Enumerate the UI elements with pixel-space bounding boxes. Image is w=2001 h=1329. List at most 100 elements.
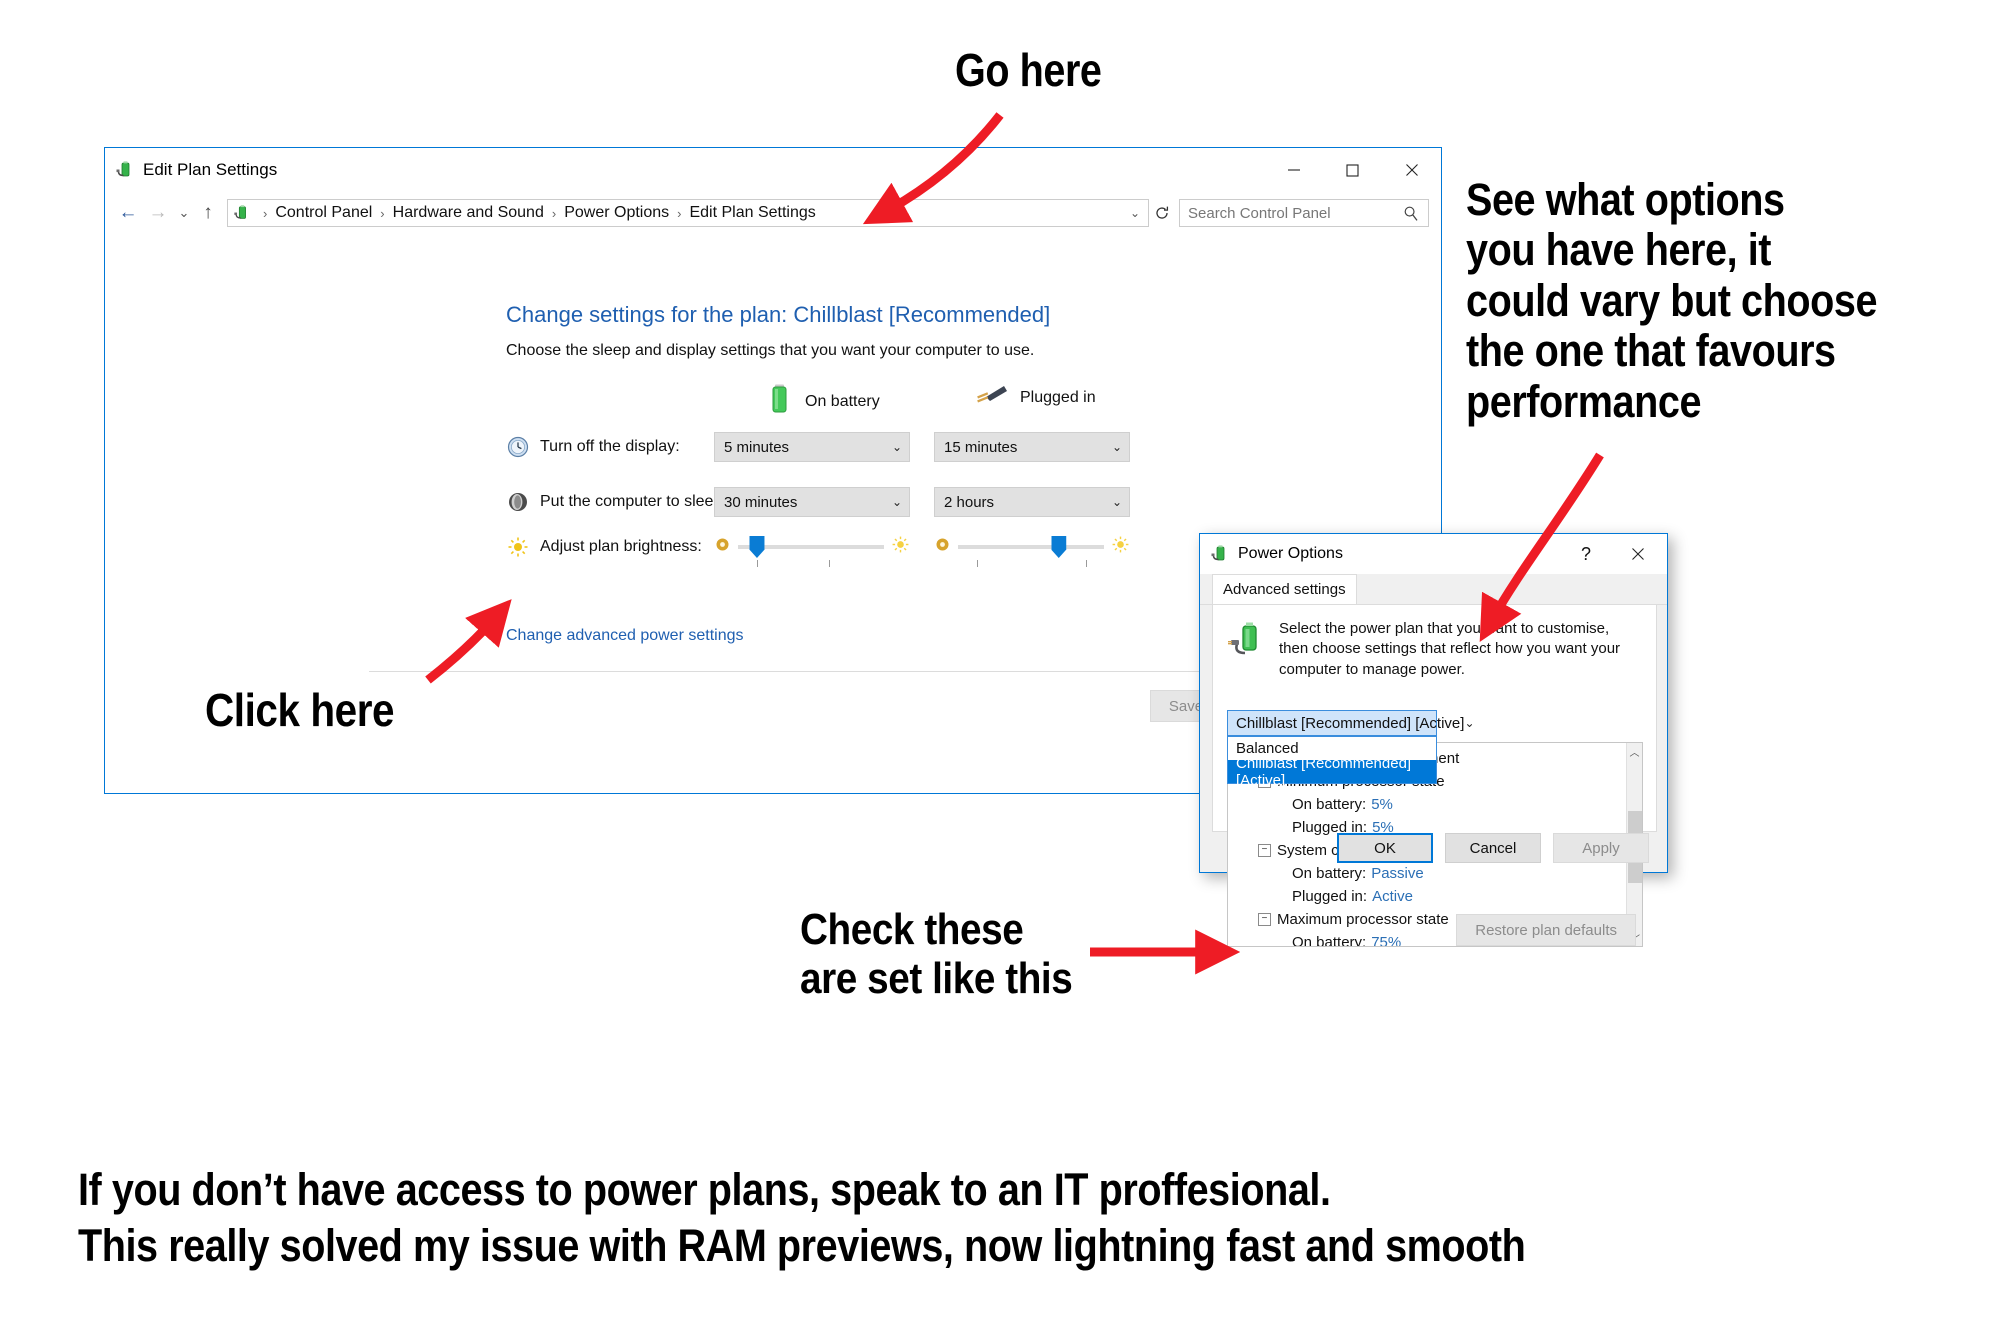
dropdown-option-chillblast[interactable]: Chillblast [Recommended] [Active]	[1228, 755, 1436, 789]
combo-sleep-battery[interactable]: 30 minutes ⌄	[714, 487, 910, 517]
refresh-icon	[1156, 206, 1169, 219]
breadcrumb-separator: ›	[677, 205, 682, 221]
back-button[interactable]: ←	[113, 198, 143, 228]
dim-sun-icon	[714, 536, 731, 558]
power-cancel-button[interactable]: Cancel	[1445, 833, 1541, 863]
chevron-down-icon: ⌄	[1464, 716, 1475, 730]
slider-track-fill	[958, 545, 1104, 549]
breadcrumb-separator: ›	[551, 205, 557, 221]
maximize-button[interactable]	[1323, 148, 1382, 192]
power-plug-icon	[974, 382, 1008, 413]
breadcrumb-item-power-options[interactable]: Power Options	[562, 204, 671, 222]
power-plan-selected-value: Chillblast [Recommended] [Active]	[1236, 714, 1465, 732]
combo-turn-off-display-battery[interactable]: 5 minutes ⌄	[714, 432, 910, 462]
tree-row[interactable]: Plugged in: Active	[1228, 885, 1626, 908]
power-plan-icon	[1227, 619, 1269, 661]
power-dialog-titlebar: Power Options ?	[1200, 534, 1667, 574]
minimize-button[interactable]	[1264, 148, 1323, 192]
breadcrumb: › Control Panel › Hardware and Sound › P…	[257, 204, 818, 222]
brightness-slider-battery[interactable]	[714, 534, 910, 567]
annotation-check-these: Check these are set like this	[800, 905, 1073, 1004]
address-bar[interactable]: › Control Panel › Hardware and Sound › P…	[227, 199, 1149, 227]
breadcrumb-separator: ›	[263, 205, 268, 221]
apply-button[interactable]: Apply	[1553, 833, 1649, 863]
chevron-down-icon: ⌄	[891, 495, 902, 509]
tree-label: Maximum processor state	[1277, 911, 1449, 928]
page-subtitle: Choose the sleep and display settings th…	[506, 342, 1035, 359]
window-title: Edit Plan Settings	[143, 160, 278, 179]
forward-button[interactable]: →	[143, 198, 173, 228]
search-placeholder: Search Control Panel	[1188, 204, 1331, 222]
close-icon	[1405, 164, 1418, 176]
tab-advanced-settings[interactable]: Advanced settings	[1212, 574, 1357, 604]
maximize-icon	[1346, 163, 1359, 177]
combo-value: 2 hours	[944, 493, 995, 511]
sleep-moon-icon	[506, 490, 530, 514]
ok-button[interactable]: OK	[1337, 833, 1433, 863]
tree-value[interactable]: 75%	[1371, 934, 1401, 946]
chevron-down-icon[interactable]: ⌄	[1130, 206, 1140, 220]
search-input[interactable]: Search Control Panel	[1179, 199, 1429, 227]
setting-row-adjust-plan-brightness: Adjust plan brightness:	[506, 534, 1154, 567]
slider-track-plugged[interactable]	[958, 534, 1104, 567]
annotation-footer-note: If you don’t have access to power plans,…	[78, 1164, 1526, 1272]
slider-tick	[756, 560, 758, 567]
brightness-sun-icon	[506, 535, 530, 559]
up-button[interactable]: ↑	[195, 198, 221, 228]
power-plug-battery-icon	[233, 204, 251, 222]
slider-thumb-plugged[interactable]	[1051, 536, 1067, 558]
power-plan-dropdown-list[interactable]: Balanced Chillblast [Recommended] [Activ…	[1227, 736, 1437, 789]
setting-row-put-computer-to-sleep: Put the computer to sleep: 30 minutes ⌄ …	[506, 487, 1154, 517]
power-plug-battery-icon	[1210, 544, 1230, 564]
chevron-down-icon: ⌄	[891, 440, 902, 454]
tree-label: Plugged in:	[1292, 888, 1368, 905]
power-dialog-close-button[interactable]	[1615, 534, 1661, 574]
combo-value: 5 minutes	[724, 438, 790, 456]
search-icon	[1403, 205, 1419, 227]
bright-sun-icon	[891, 535, 910, 559]
setting-label-put-computer-to-sleep: Put the computer to sleep:	[540, 493, 727, 510]
breadcrumb-separator: ›	[380, 205, 385, 221]
chevron-down-icon: ⌄	[1111, 440, 1122, 454]
tabstrip: Advanced settings	[1200, 574, 1667, 605]
tree-label: On battery:	[1292, 796, 1367, 813]
page-title: Change settings for the plan: Chillblast…	[506, 302, 1051, 327]
slider-tick	[1086, 560, 1088, 567]
brightness-slider-plugged[interactable]	[934, 534, 1130, 567]
combo-sleep-plugged[interactable]: 2 hours ⌄	[934, 487, 1130, 517]
refresh-button[interactable]	[1149, 205, 1175, 221]
titlebar-buttons	[1264, 148, 1441, 192]
column-label-plugged-in: Plugged in	[1020, 388, 1096, 406]
breadcrumb-item-control-panel[interactable]: Control Panel	[273, 204, 374, 222]
recent-locations-button[interactable]: ⌄	[173, 198, 195, 228]
change-advanced-power-settings-link[interactable]: Change advanced power settings	[506, 627, 744, 645]
power-plan-combobox[interactable]: Chillblast [Recommended] [Active] ⌄	[1227, 710, 1475, 736]
slider-thumb-battery[interactable]	[749, 536, 765, 558]
restore-plan-defaults-button[interactable]: Restore plan defaults	[1456, 914, 1636, 946]
window-titlebar: Edit Plan Settings	[105, 148, 1441, 192]
close-button[interactable]	[1382, 148, 1441, 192]
power-options-dialog: Power Options ? Advanced settings Select	[1199, 533, 1668, 947]
tree-value[interactable]: 5%	[1371, 796, 1393, 813]
chevron-up-icon[interactable]: ︿	[1627, 743, 1642, 759]
breadcrumb-item-hardware-and-sound[interactable]: Hardware and Sound	[391, 204, 546, 222]
combo-value: 30 minutes	[724, 493, 798, 511]
minimize-icon	[1287, 169, 1300, 171]
breadcrumb-item-edit-plan-settings[interactable]: Edit Plan Settings	[687, 204, 817, 222]
tree-value[interactable]: Active	[1372, 888, 1413, 905]
power-plug-battery-icon	[115, 160, 135, 180]
help-button[interactable]: ?	[1563, 534, 1609, 574]
dim-sun-icon	[934, 536, 951, 558]
setting-label-adjust-plan-brightness: Adjust plan brightness:	[540, 538, 702, 555]
column-label-on-battery: On battery	[805, 392, 880, 410]
power-dialog-title: Power Options	[1238, 545, 1343, 562]
combo-turn-off-display-plugged[interactable]: 15 minutes ⌄	[934, 432, 1130, 462]
annotation-click-here: Click here	[205, 684, 395, 736]
setting-row-turn-off-display: Turn off the display: 5 minutes ⌄ 15 min…	[506, 432, 1154, 462]
slider-track-battery[interactable]	[738, 534, 884, 567]
power-description-text: Select the power plan that you want to c…	[1279, 620, 1621, 678]
battery-icon	[767, 382, 793, 421]
collapse-icon[interactable]: −	[1258, 913, 1271, 926]
slider-tick	[976, 560, 978, 567]
tree-row[interactable]: On battery: 5%	[1228, 793, 1626, 816]
